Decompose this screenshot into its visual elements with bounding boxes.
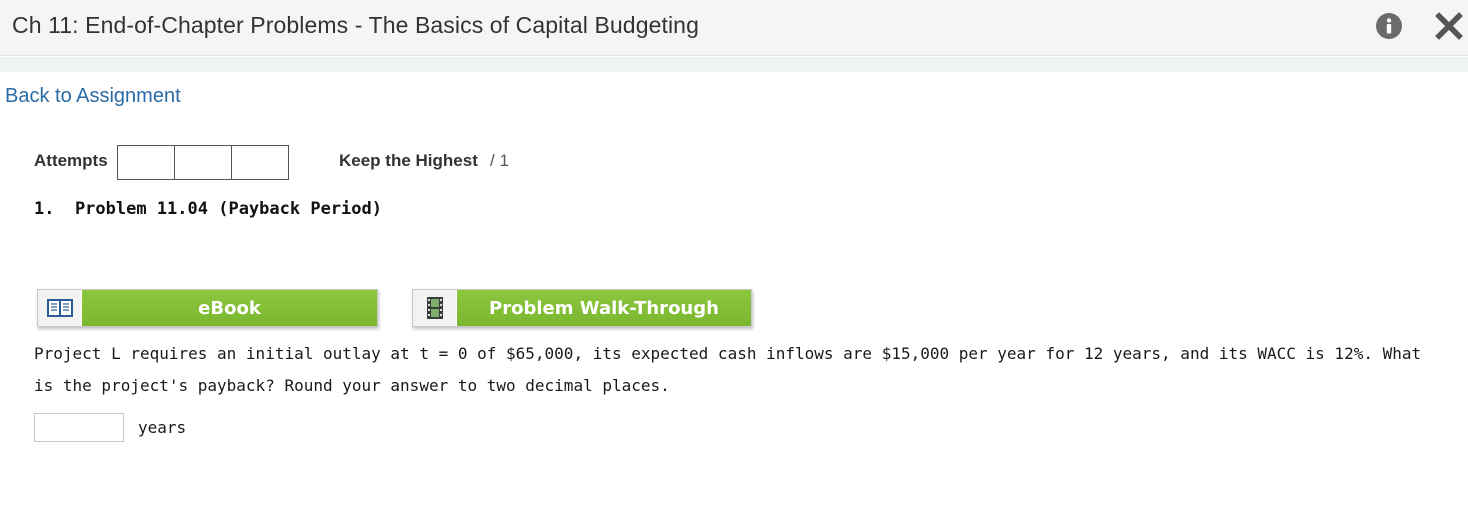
header-bar: Ch 11: End-of-Chapter Problems - The Bas… <box>0 0 1468 56</box>
close-icon[interactable] <box>1434 10 1464 42</box>
question-text: Project L requires an initial outlay at … <box>34 344 1422 395</box>
book-icon <box>38 290 81 326</box>
attempt-box-1 <box>117 145 175 180</box>
film-icon <box>413 290 456 326</box>
problem-walkthrough-label: Problem Walk-Through <box>457 290 751 326</box>
attempts-label: Attempts <box>34 151 108 170</box>
page-title: Ch 11: End-of-Chapter Problems - The Bas… <box>12 12 699 38</box>
max-attempts-value: / 1 <box>490 151 509 170</box>
ebook-label: eBook <box>82 290 377 326</box>
attempt-box-3 <box>231 145 289 180</box>
keep-highest-label: Keep the Highest <box>339 151 478 170</box>
answer-unit-label: years <box>138 418 187 437</box>
info-icon[interactable] <box>1376 13 1402 39</box>
sub-header-strip <box>0 57 1468 72</box>
problem-title: 1. Problem 11.04 (Payback Period) <box>34 199 382 219</box>
payback-answer-input[interactable] <box>34 413 124 442</box>
attempt-box-2 <box>174 145 232 180</box>
problem-walkthrough-button[interactable]: Problem Walk-Through <box>412 289 752 327</box>
back-to-assignment-link[interactable]: Back to Assignment <box>5 85 181 108</box>
ebook-button[interactable]: eBook <box>37 289 378 327</box>
